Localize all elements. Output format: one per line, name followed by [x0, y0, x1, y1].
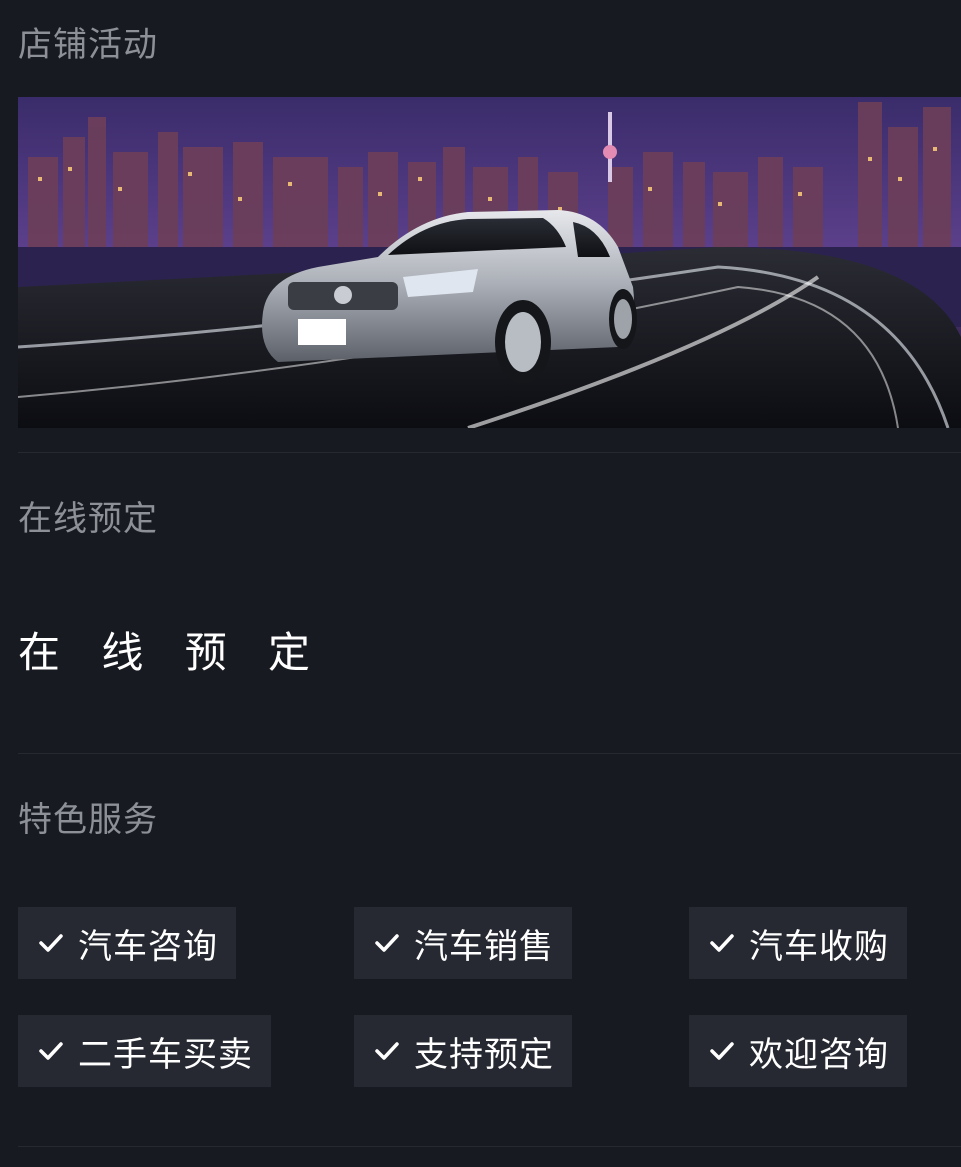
online-booking-title: 在线预定 — [18, 499, 158, 539]
banner-image — [18, 97, 961, 428]
check-icon — [710, 1042, 734, 1060]
divider — [18, 753, 961, 754]
check-icon — [39, 934, 63, 952]
store-activity-banner[interactable] — [18, 97, 961, 428]
featured-services-title: 特色服务 — [18, 800, 158, 840]
check-icon — [375, 1042, 399, 1060]
service-tag[interactable]: 支持预定 — [354, 1015, 572, 1087]
service-tag[interactable]: 汽车收购 — [689, 907, 907, 979]
service-tag-label: 汽车销售 — [414, 926, 554, 967]
service-tag-label: 汽车收购 — [749, 926, 889, 967]
service-tag[interactable]: 欢迎咨询 — [689, 1015, 907, 1087]
service-tag-label: 汽车咨询 — [78, 926, 218, 967]
service-tag-label: 欢迎咨询 — [749, 1034, 889, 1075]
check-icon — [39, 1042, 63, 1060]
service-tag[interactable]: 二手车买卖 — [18, 1015, 271, 1087]
online-booking-link[interactable]: 在 线 预 定 — [18, 632, 324, 674]
service-tag[interactable]: 汽车咨询 — [18, 907, 236, 979]
store-activity-title: 店铺活动 — [18, 25, 158, 65]
check-icon — [710, 934, 734, 952]
service-tag[interactable]: 汽车销售 — [354, 907, 572, 979]
divider — [18, 452, 961, 453]
divider — [18, 1146, 961, 1147]
service-tag-label: 二手车买卖 — [78, 1034, 253, 1075]
service-tag-label: 支持预定 — [414, 1034, 554, 1075]
check-icon — [375, 934, 399, 952]
